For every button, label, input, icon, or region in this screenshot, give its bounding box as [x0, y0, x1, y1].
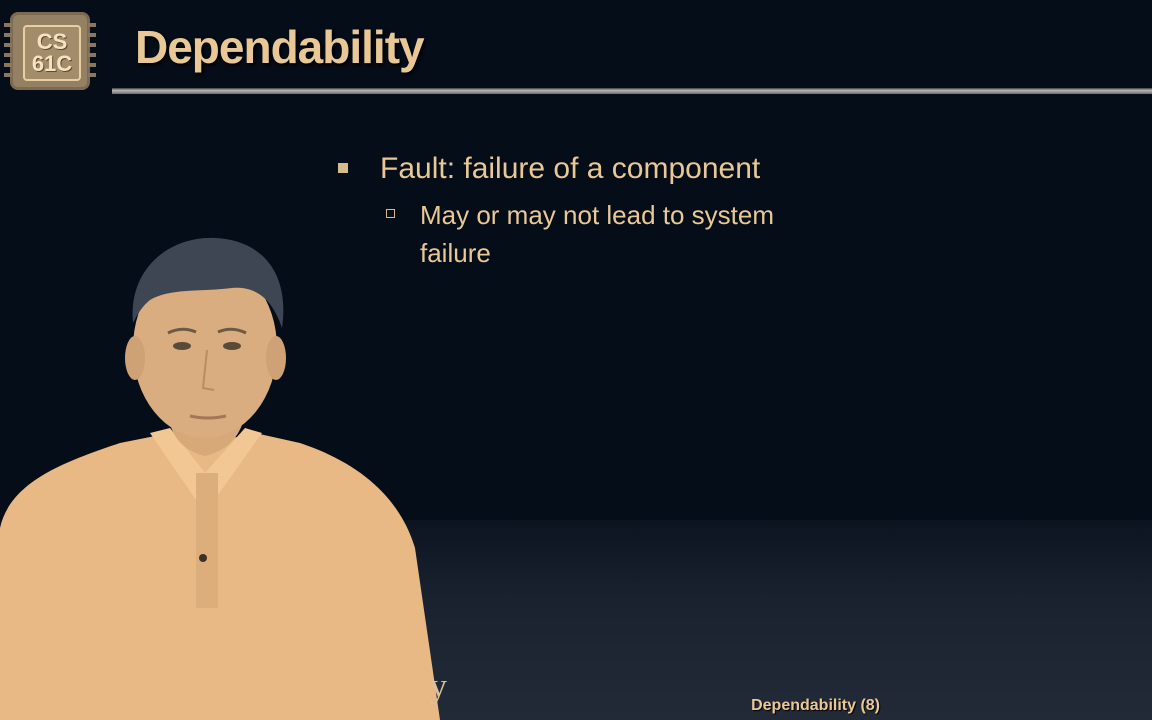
slide-footer: Dependability (8) — [751, 697, 880, 714]
lecture-slide: CS 61C Dependability Fault: failure of a… — [0, 0, 1152, 720]
cs61c-logo-icon: CS 61C — [4, 12, 96, 90]
presenter-ear-left — [125, 336, 145, 380]
hollow-square-bullet-icon — [386, 209, 395, 218]
stray-glyph: y — [430, 668, 447, 705]
logo-chip: CS 61C — [23, 25, 81, 81]
sub-bullet-text: May or may not lead to system failure — [420, 200, 775, 268]
presenter-ear-right — [266, 336, 286, 380]
logo-text-line1: CS — [36, 29, 68, 54]
presenter-video-overlay — [0, 237, 440, 720]
logo-text-line2: 61C — [31, 51, 73, 76]
bullet-item: Fault: failure of a component — [338, 148, 858, 190]
lapel-mic — [199, 554, 207, 562]
presenter-eye-left — [173, 342, 191, 350]
presenter-placket — [196, 473, 218, 608]
sub-bullet-item: May or may not lead to system failure — [386, 196, 840, 272]
filled-square-bullet-icon — [338, 163, 348, 173]
bullet-text: Fault: failure of a component — [380, 152, 761, 185]
slide-title: Dependability — [135, 21, 425, 73]
title-divider — [112, 88, 1152, 94]
presenter-eye-right — [223, 342, 241, 350]
